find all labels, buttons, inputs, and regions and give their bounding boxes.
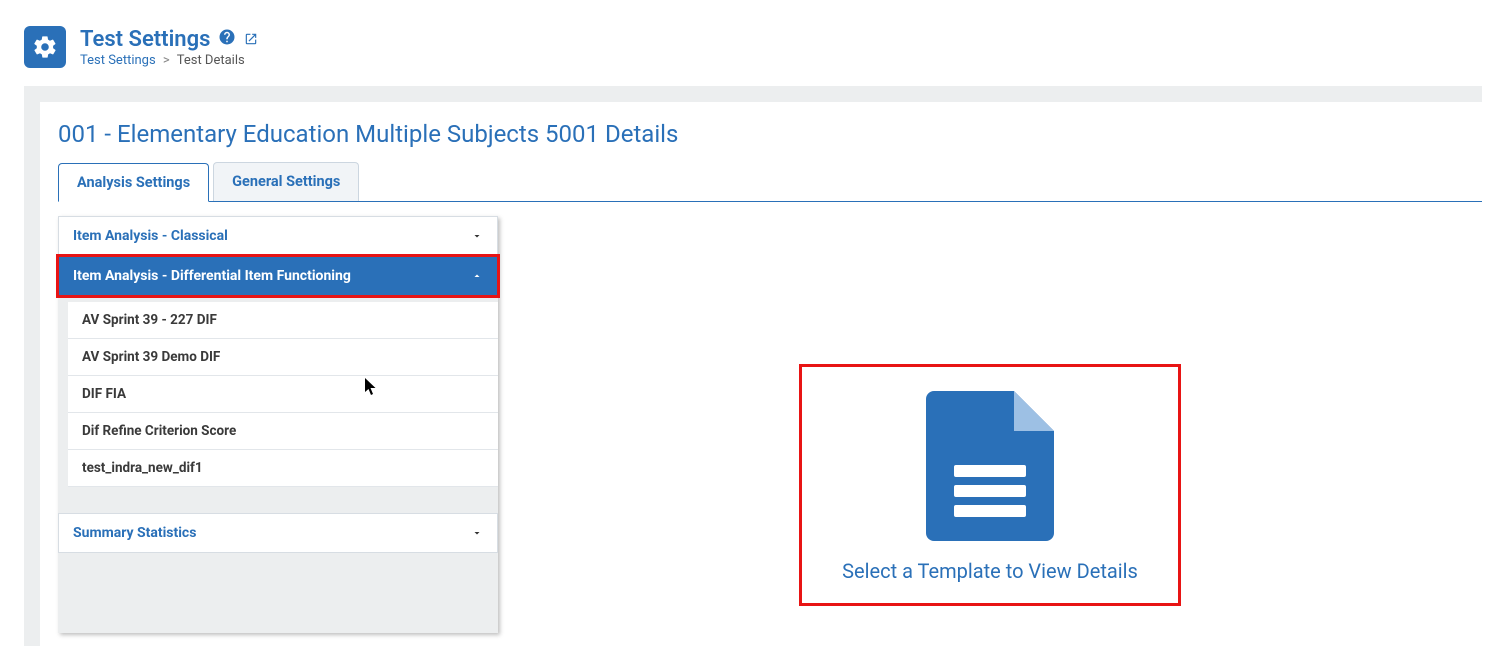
list-item[interactable]: DIF FIA <box>68 376 498 413</box>
page-title: Test Settings <box>80 27 258 52</box>
breadcrumb-current: Test Details <box>177 53 245 68</box>
accordion-header-summary[interactable]: Summary Statistics <box>58 513 498 553</box>
help-icon[interactable] <box>218 27 236 52</box>
spacer <box>58 493 498 513</box>
list-item[interactable]: AV Sprint 39 Demo DIF <box>68 339 498 376</box>
breadcrumb-link[interactable]: Test Settings <box>80 53 156 68</box>
document-icon <box>926 391 1054 541</box>
accordion-label: Item Analysis - Classical <box>73 228 228 244</box>
template-prompt-text: Select a Template to View Details <box>842 559 1138 583</box>
tabs: Analysis Settings General Settings <box>58 162 1482 202</box>
tab-analysis-settings[interactable]: Analysis Settings <box>58 163 209 202</box>
gear-icon <box>24 26 66 68</box>
detail-title: 001 - Elementary Education Multiple Subj… <box>58 120 1482 148</box>
page-title-text: Test Settings <box>80 27 210 52</box>
accordion-header-dif[interactable]: Item Analysis - Differential Item Functi… <box>58 256 498 296</box>
template-prompt-card: Select a Template to View Details <box>799 364 1181 606</box>
accordion-header-classical[interactable]: Item Analysis - Classical <box>58 216 498 256</box>
breadcrumb-sep: > <box>163 53 170 68</box>
accordion-label: Item Analysis - Differential Item Functi… <box>73 268 351 284</box>
inner-panel: 001 - Elementary Education Multiple Subj… <box>40 102 1482 646</box>
right-pane: Select a Template to View Details <box>538 216 1482 633</box>
list-item[interactable]: test_indra_new_dif1 <box>68 450 498 487</box>
list-item[interactable]: AV Sprint 39 - 227 DIF <box>68 302 498 339</box>
chevron-down-icon <box>471 527 483 539</box>
breadcrumb: Test Settings > Test Details <box>80 53 258 68</box>
tab-general-settings[interactable]: General Settings <box>213 162 359 201</box>
external-link-icon[interactable] <box>244 27 258 52</box>
outer-panel: 001 - Elementary Education Multiple Subj… <box>24 86 1482 646</box>
content-row: Item Analysis - Classical Item Analysis … <box>58 216 1482 633</box>
chevron-down-icon <box>471 230 483 242</box>
chevron-up-icon <box>471 270 483 282</box>
accordion-label: Summary Statistics <box>73 525 196 541</box>
list-item[interactable]: Dif Refine Criterion Score <box>68 413 498 450</box>
accordion-body-dif: AV Sprint 39 - 227 DIF AV Sprint 39 Demo… <box>68 302 498 487</box>
accordion: Item Analysis - Classical Item Analysis … <box>58 216 498 633</box>
page-header: Test Settings Test Settings > Test Detai… <box>0 0 1506 74</box>
